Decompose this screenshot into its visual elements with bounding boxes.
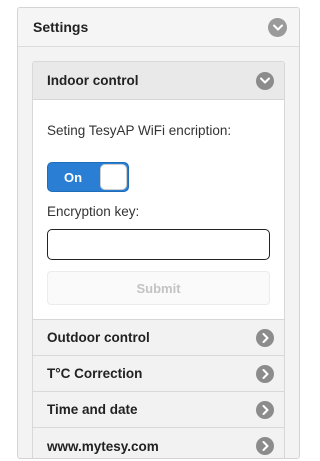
- toggle-state-label: On: [63, 169, 83, 185]
- time-and-date-row[interactable]: Time and date: [33, 392, 284, 428]
- encryption-toggle-switch[interactable]: On: [47, 162, 129, 192]
- settings-header[interactable]: Settings: [18, 8, 299, 47]
- toggle-knob[interactable]: [100, 164, 127, 190]
- chevron-right-icon[interactable]: [256, 328, 274, 347]
- indoor-control-header[interactable]: Indoor control: [33, 62, 284, 100]
- outdoor-control-row[interactable]: Outdoor control: [33, 320, 284, 356]
- collapsed-sections: Outdoor control T°C Correction Time and …: [33, 319, 284, 458]
- submit-button[interactable]: Submit: [47, 271, 270, 305]
- chevron-right-icon[interactable]: [256, 437, 274, 455]
- section-title: Outdoor control: [47, 330, 150, 345]
- temperature-correction-row[interactable]: T°C Correction: [33, 356, 284, 392]
- settings-panel: Settings Indoor control Seting TesyAP Wi…: [17, 7, 300, 459]
- encryption-key-label: Encryption key:: [47, 204, 140, 219]
- section-title: www.mytesy.com: [47, 438, 159, 454]
- indoor-control-section: Indoor control Seting TesyAP WiFi encrip…: [32, 61, 285, 458]
- encryption-key-input[interactable]: [47, 229, 270, 260]
- section-title: Time and date: [47, 402, 138, 417]
- chevron-down-icon[interactable]: [268, 17, 287, 37]
- settings-title: Settings: [33, 19, 89, 35]
- chevron-right-icon[interactable]: [256, 400, 274, 419]
- indoor-control-title: Indoor control: [47, 73, 139, 88]
- indoor-control-body: Seting TesyAP WiFi encription: On Encryp…: [33, 100, 284, 319]
- website-link-row[interactable]: www.mytesy.com: [33, 428, 284, 458]
- section-title: T°C Correction: [47, 366, 143, 381]
- encryption-setting-label: Seting TesyAP WiFi encription:: [47, 123, 232, 138]
- chevron-right-icon[interactable]: [256, 364, 274, 383]
- chevron-down-icon[interactable]: [256, 71, 274, 90]
